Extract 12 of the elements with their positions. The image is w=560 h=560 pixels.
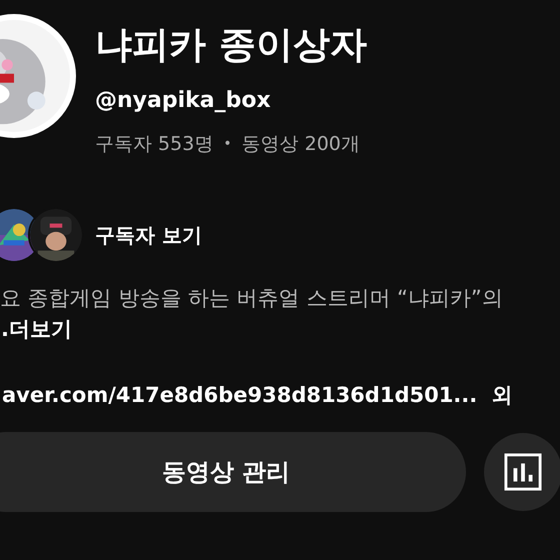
channel-name: 냐피카 종이상자 [95, 22, 367, 68]
subscriber-count: 구독자 553명 [95, 132, 214, 157]
channel-handle: @nyapika_box [95, 87, 272, 115]
more-links-text: 외 [491, 382, 512, 409]
channel-description: 요 종합게임 방송을 하는 버츄얼 스트리머 “냐피카”의 [0, 285, 504, 312]
video-count: 동영상 200개 [242, 132, 360, 157]
bar-chart-icon [504, 453, 542, 491]
manage-videos-button[interactable]: 동영상 관리 [0, 432, 466, 512]
channel-link[interactable]: aver.com/417e8d6be938d8136d1d501... [2, 380, 478, 410]
more-link[interactable]: .더보기 [1, 314, 560, 344]
view-subscribers-link[interactable]: 구독자 보기 [95, 222, 202, 248]
separator-dot: • [223, 135, 232, 154]
